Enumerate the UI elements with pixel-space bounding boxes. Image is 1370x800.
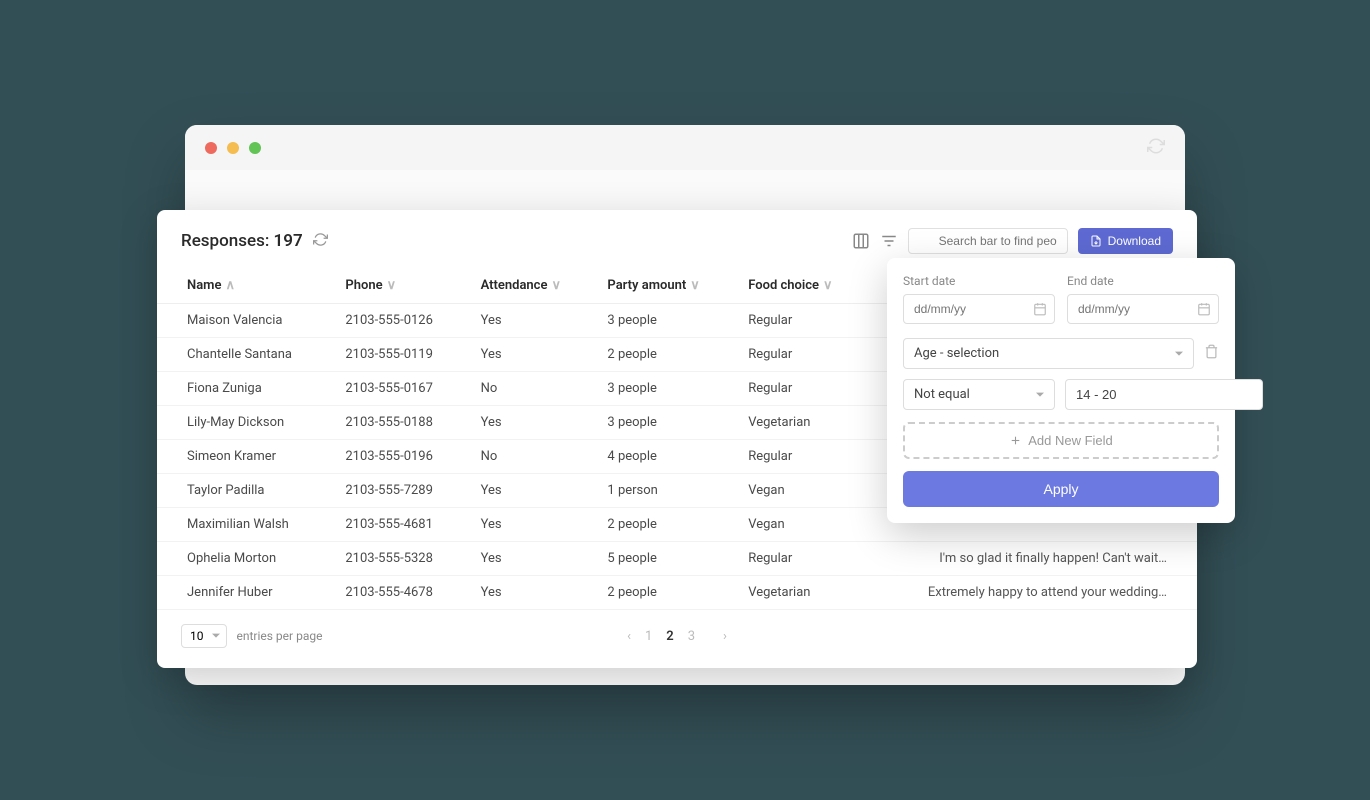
refresh-icon[interactable] bbox=[1147, 137, 1165, 159]
entries-per-page-select[interactable]: 10 bbox=[181, 624, 227, 648]
prev-page-icon[interactable]: ‹ bbox=[627, 629, 631, 644]
trash-icon[interactable] bbox=[1204, 344, 1219, 363]
page-title: Responses: 197 bbox=[181, 231, 303, 251]
pagination: ‹ 123 › bbox=[627, 629, 727, 644]
sort-asc-icon: ∧ bbox=[225, 278, 235, 293]
sort-icon: ∨ bbox=[551, 278, 561, 293]
filter-icon[interactable] bbox=[880, 232, 898, 250]
search-input[interactable] bbox=[908, 228, 1068, 254]
traffic-lights bbox=[205, 142, 261, 154]
toolbar: Download bbox=[852, 228, 1173, 254]
page-2[interactable]: 2 bbox=[666, 629, 673, 644]
filter-popup: Start date End date Age - selection Not … bbox=[887, 258, 1235, 523]
download-button[interactable]: Download bbox=[1078, 228, 1173, 254]
page-3[interactable]: 3 bbox=[688, 629, 695, 644]
minimize-icon[interactable] bbox=[227, 142, 239, 154]
entries-label: entries per page bbox=[237, 629, 323, 643]
download-icon bbox=[1090, 235, 1102, 247]
apply-button[interactable]: Apply bbox=[903, 471, 1219, 507]
filter-field-select[interactable]: Age - selection bbox=[903, 338, 1194, 369]
close-icon[interactable] bbox=[205, 142, 217, 154]
next-page-icon[interactable]: › bbox=[723, 629, 727, 644]
col-food[interactable]: Food choice∨ bbox=[734, 268, 865, 304]
browser-header bbox=[185, 125, 1185, 170]
sort-icon: ∨ bbox=[823, 278, 833, 293]
maximize-icon[interactable] bbox=[249, 142, 261, 154]
col-attendance[interactable]: Attendance∨ bbox=[467, 268, 594, 304]
filter-value-input[interactable] bbox=[1065, 379, 1263, 410]
end-date-label: End date bbox=[1067, 274, 1219, 288]
calendar-icon bbox=[1197, 302, 1211, 316]
col-phone[interactable]: Phone∨ bbox=[331, 268, 466, 304]
start-date-label: Start date bbox=[903, 274, 1055, 288]
columns-icon[interactable] bbox=[852, 232, 870, 250]
filter-operator-select[interactable]: Not equal bbox=[903, 379, 1055, 410]
table-row[interactable]: Jennifer Huber2103-555-4678Yes2 peopleVe… bbox=[157, 576, 1197, 610]
refresh-icon[interactable] bbox=[313, 232, 328, 251]
table-row[interactable]: Ophelia Morton2103-555-5328Yes5 peopleRe… bbox=[157, 542, 1197, 576]
plus-icon bbox=[1009, 434, 1022, 447]
sort-icon: ∨ bbox=[690, 278, 700, 293]
page-1[interactable]: 1 bbox=[645, 629, 652, 644]
add-field-button[interactable]: Add New Field bbox=[903, 422, 1219, 459]
calendar-icon bbox=[1033, 302, 1047, 316]
sort-icon: ∨ bbox=[387, 278, 397, 293]
col-party[interactable]: Party amount∨ bbox=[593, 268, 734, 304]
col-name[interactable]: Name∧ bbox=[157, 268, 331, 304]
panel-footer: 10 entries per page ‹ 123 › bbox=[157, 610, 1197, 668]
